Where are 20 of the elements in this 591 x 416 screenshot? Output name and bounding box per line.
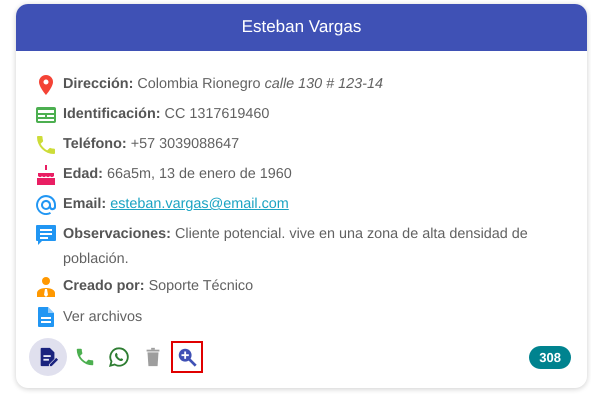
client-name: Esteban Vargas xyxy=(242,17,362,36)
field-text: Creado por: Soporte Técnico xyxy=(63,277,254,296)
chat-phone-icon xyxy=(108,346,130,368)
field-text: Identificación: CC 1317619460 xyxy=(63,105,270,124)
person-icon xyxy=(34,275,58,299)
zoom-in-icon xyxy=(176,346,198,368)
field-text: Dirección: Colombia Rionegro calle 130 # 123-14 xyxy=(63,75,383,94)
cake-icon xyxy=(34,163,58,187)
field-text: Teléfono: +57 3039088647 xyxy=(63,135,240,154)
count-badge: 308 xyxy=(529,346,571,368)
field-text: Edad: 66a5m, 13 de enero de 1960 xyxy=(63,165,292,184)
phone-icon xyxy=(34,133,58,157)
comment-icon xyxy=(34,223,58,247)
files-link[interactable]: Ver archivos xyxy=(63,306,142,328)
field-label: Email: esteban.vargas@email.com xyxy=(63,195,289,214)
edit-button[interactable] xyxy=(29,338,67,376)
zoom-button[interactable] xyxy=(171,341,203,373)
phone-icon xyxy=(74,346,96,368)
at-sign-icon xyxy=(34,193,58,217)
field-text: Observaciones: Cliente potencial. vive en una zona de alta densidad de población. xyxy=(63,225,529,269)
